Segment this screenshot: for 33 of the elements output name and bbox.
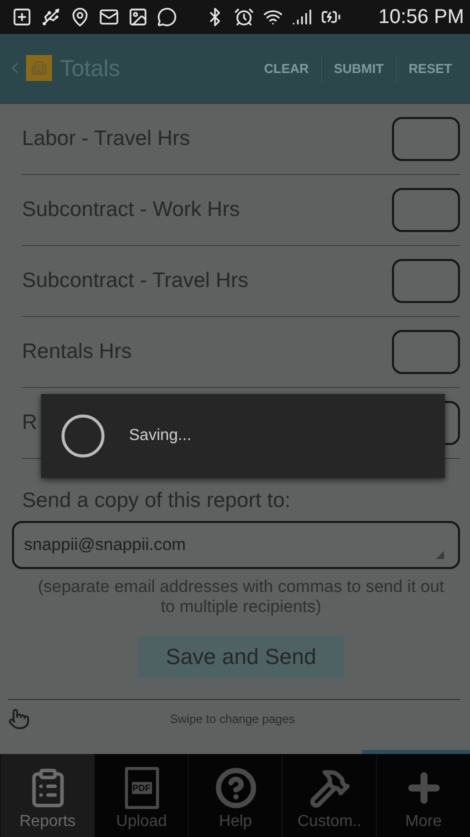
field-label: Subcontract - Travel Hrs: [22, 269, 248, 293]
action-button[interactable]: CLEAR: [252, 54, 321, 82]
usb-icon: [41, 7, 61, 27]
chat-icon: [157, 7, 177, 27]
nav-tab[interactable]: Reports: [0, 754, 94, 837]
send-copy-label: Send a copy of this report to:: [22, 489, 292, 513]
add-notification-icon: [12, 7, 32, 27]
email-field[interactable]: snappii@snappii.com: [12, 521, 460, 569]
field-label: Subcontract - Work Hrs: [22, 198, 240, 222]
app-logo-icon: [26, 55, 52, 81]
mail-icon: [99, 7, 119, 27]
field-label: R: [22, 411, 38, 435]
field-label: Labor - Travel Hrs: [22, 127, 190, 151]
hours-input[interactable]: [392, 259, 460, 303]
location-icon: [70, 7, 90, 27]
field-label: Rentals Hrs: [22, 340, 132, 364]
signal-icon: [292, 7, 312, 27]
hours-input[interactable]: [392, 330, 460, 374]
tools-icon: [308, 767, 350, 809]
hours-input[interactable]: [392, 188, 460, 232]
hours-input[interactable]: [392, 117, 460, 161]
image-icon: [128, 7, 148, 27]
saving-message: Saving...: [129, 427, 192, 445]
alarm-icon: [234, 7, 254, 27]
help-icon: [214, 767, 256, 809]
action-button[interactable]: SUBMIT: [320, 54, 396, 82]
resize-handle-icon: [436, 551, 444, 559]
clock-time: 10:56 PM: [378, 6, 464, 28]
swipe-hand-icon: [8, 708, 30, 730]
spinner-icon: [59, 412, 107, 460]
save-and-send-button[interactable]: Save and Send: [136, 635, 346, 679]
pdf-file-icon: PDF: [124, 767, 158, 809]
action-button[interactable]: RESET: [396, 54, 464, 82]
